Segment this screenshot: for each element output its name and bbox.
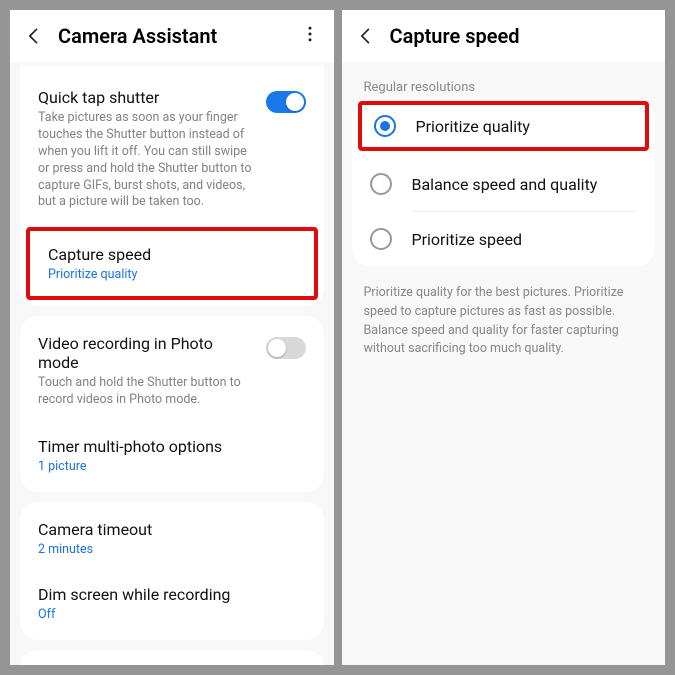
radio-list-resolutions: Prioritize quality Balance speed and qua… bbox=[352, 101, 656, 266]
titlebar: Capture speed bbox=[342, 10, 666, 62]
radio-item-prioritize-speed[interactable]: Prioritize speed bbox=[352, 212, 656, 266]
page-title: Capture speed bbox=[390, 24, 654, 48]
radio-button[interactable] bbox=[374, 115, 396, 137]
item-video-recording-photo-mode[interactable]: Video recording in Photo mode Touch and … bbox=[20, 320, 324, 423]
radio-label: Prioritize quality bbox=[416, 117, 530, 136]
item-title: Quick tap shutter bbox=[38, 88, 254, 107]
item-capture-speed[interactable]: Capture speed Prioritize quality bbox=[26, 227, 318, 300]
item-quick-tap-shutter[interactable]: Quick tap shutter Take pictures as soon … bbox=[20, 74, 324, 225]
card-display: Camera timeout 2 minutes Dim screen whil… bbox=[20, 502, 324, 640]
item-title: Camera timeout bbox=[38, 520, 306, 539]
footer-description: Prioritize quality for the best pictures… bbox=[364, 284, 644, 359]
item-dim-screen[interactable]: Dim screen while recording Off bbox=[20, 571, 324, 636]
card-video: Video recording in Photo mode Touch and … bbox=[20, 316, 324, 492]
settings-scroll[interactable]: Regular resolutions Prioritize quality B… bbox=[342, 62, 666, 665]
radio-label: Prioritize speed bbox=[412, 230, 522, 249]
item-timer-multi-photo[interactable]: Timer multi-photo options 1 picture bbox=[20, 423, 324, 488]
item-value: 1 picture bbox=[38, 459, 306, 474]
radio-button[interactable] bbox=[370, 173, 392, 195]
item-title: Timer multi-photo options bbox=[38, 437, 306, 456]
item-desc: Take pictures as soon as your finger tou… bbox=[38, 110, 254, 211]
item-title: Capture speed bbox=[48, 245, 296, 264]
item-clean-preview-hdmi[interactable]: Clean preview on HDMI displays Show the … bbox=[20, 654, 324, 665]
back-icon[interactable] bbox=[354, 24, 378, 48]
page-title: Camera Assistant bbox=[58, 24, 298, 48]
item-title: Video recording in Photo mode bbox=[38, 334, 254, 372]
radio-label: Balance speed and quality bbox=[412, 175, 598, 194]
radio-button[interactable] bbox=[370, 228, 392, 250]
switch-quick-tap-shutter[interactable] bbox=[266, 91, 306, 113]
card-general: Quick tap shutter Take pictures as soon … bbox=[20, 66, 324, 306]
card-output: Clean preview on HDMI displays Show the … bbox=[20, 650, 324, 665]
screen-camera-assistant: Camera Assistant Quick tap shutter Take … bbox=[10, 10, 334, 665]
settings-scroll[interactable]: Quick tap shutter Take pictures as soon … bbox=[10, 62, 334, 665]
item-value: Prioritize quality bbox=[48, 267, 296, 282]
titlebar: Camera Assistant bbox=[10, 10, 334, 62]
item-camera-timeout[interactable]: Camera timeout 2 minutes bbox=[20, 506, 324, 571]
back-icon[interactable] bbox=[22, 24, 46, 48]
radio-item-prioritize-quality[interactable]: Prioritize quality bbox=[358, 101, 650, 151]
item-desc: Touch and hold the Shutter button to rec… bbox=[38, 375, 254, 409]
screen-capture-speed: Capture speed Regular resolutions Priori… bbox=[342, 10, 666, 665]
more-icon[interactable] bbox=[298, 24, 322, 48]
item-value: 2 minutes bbox=[38, 542, 306, 557]
switch-video-recording[interactable] bbox=[266, 337, 306, 359]
section-header: Regular resolutions bbox=[364, 80, 644, 95]
item-value: Off bbox=[38, 607, 306, 622]
radio-item-balance[interactable]: Balance speed and quality bbox=[352, 157, 656, 211]
item-title: Dim screen while recording bbox=[38, 585, 306, 604]
